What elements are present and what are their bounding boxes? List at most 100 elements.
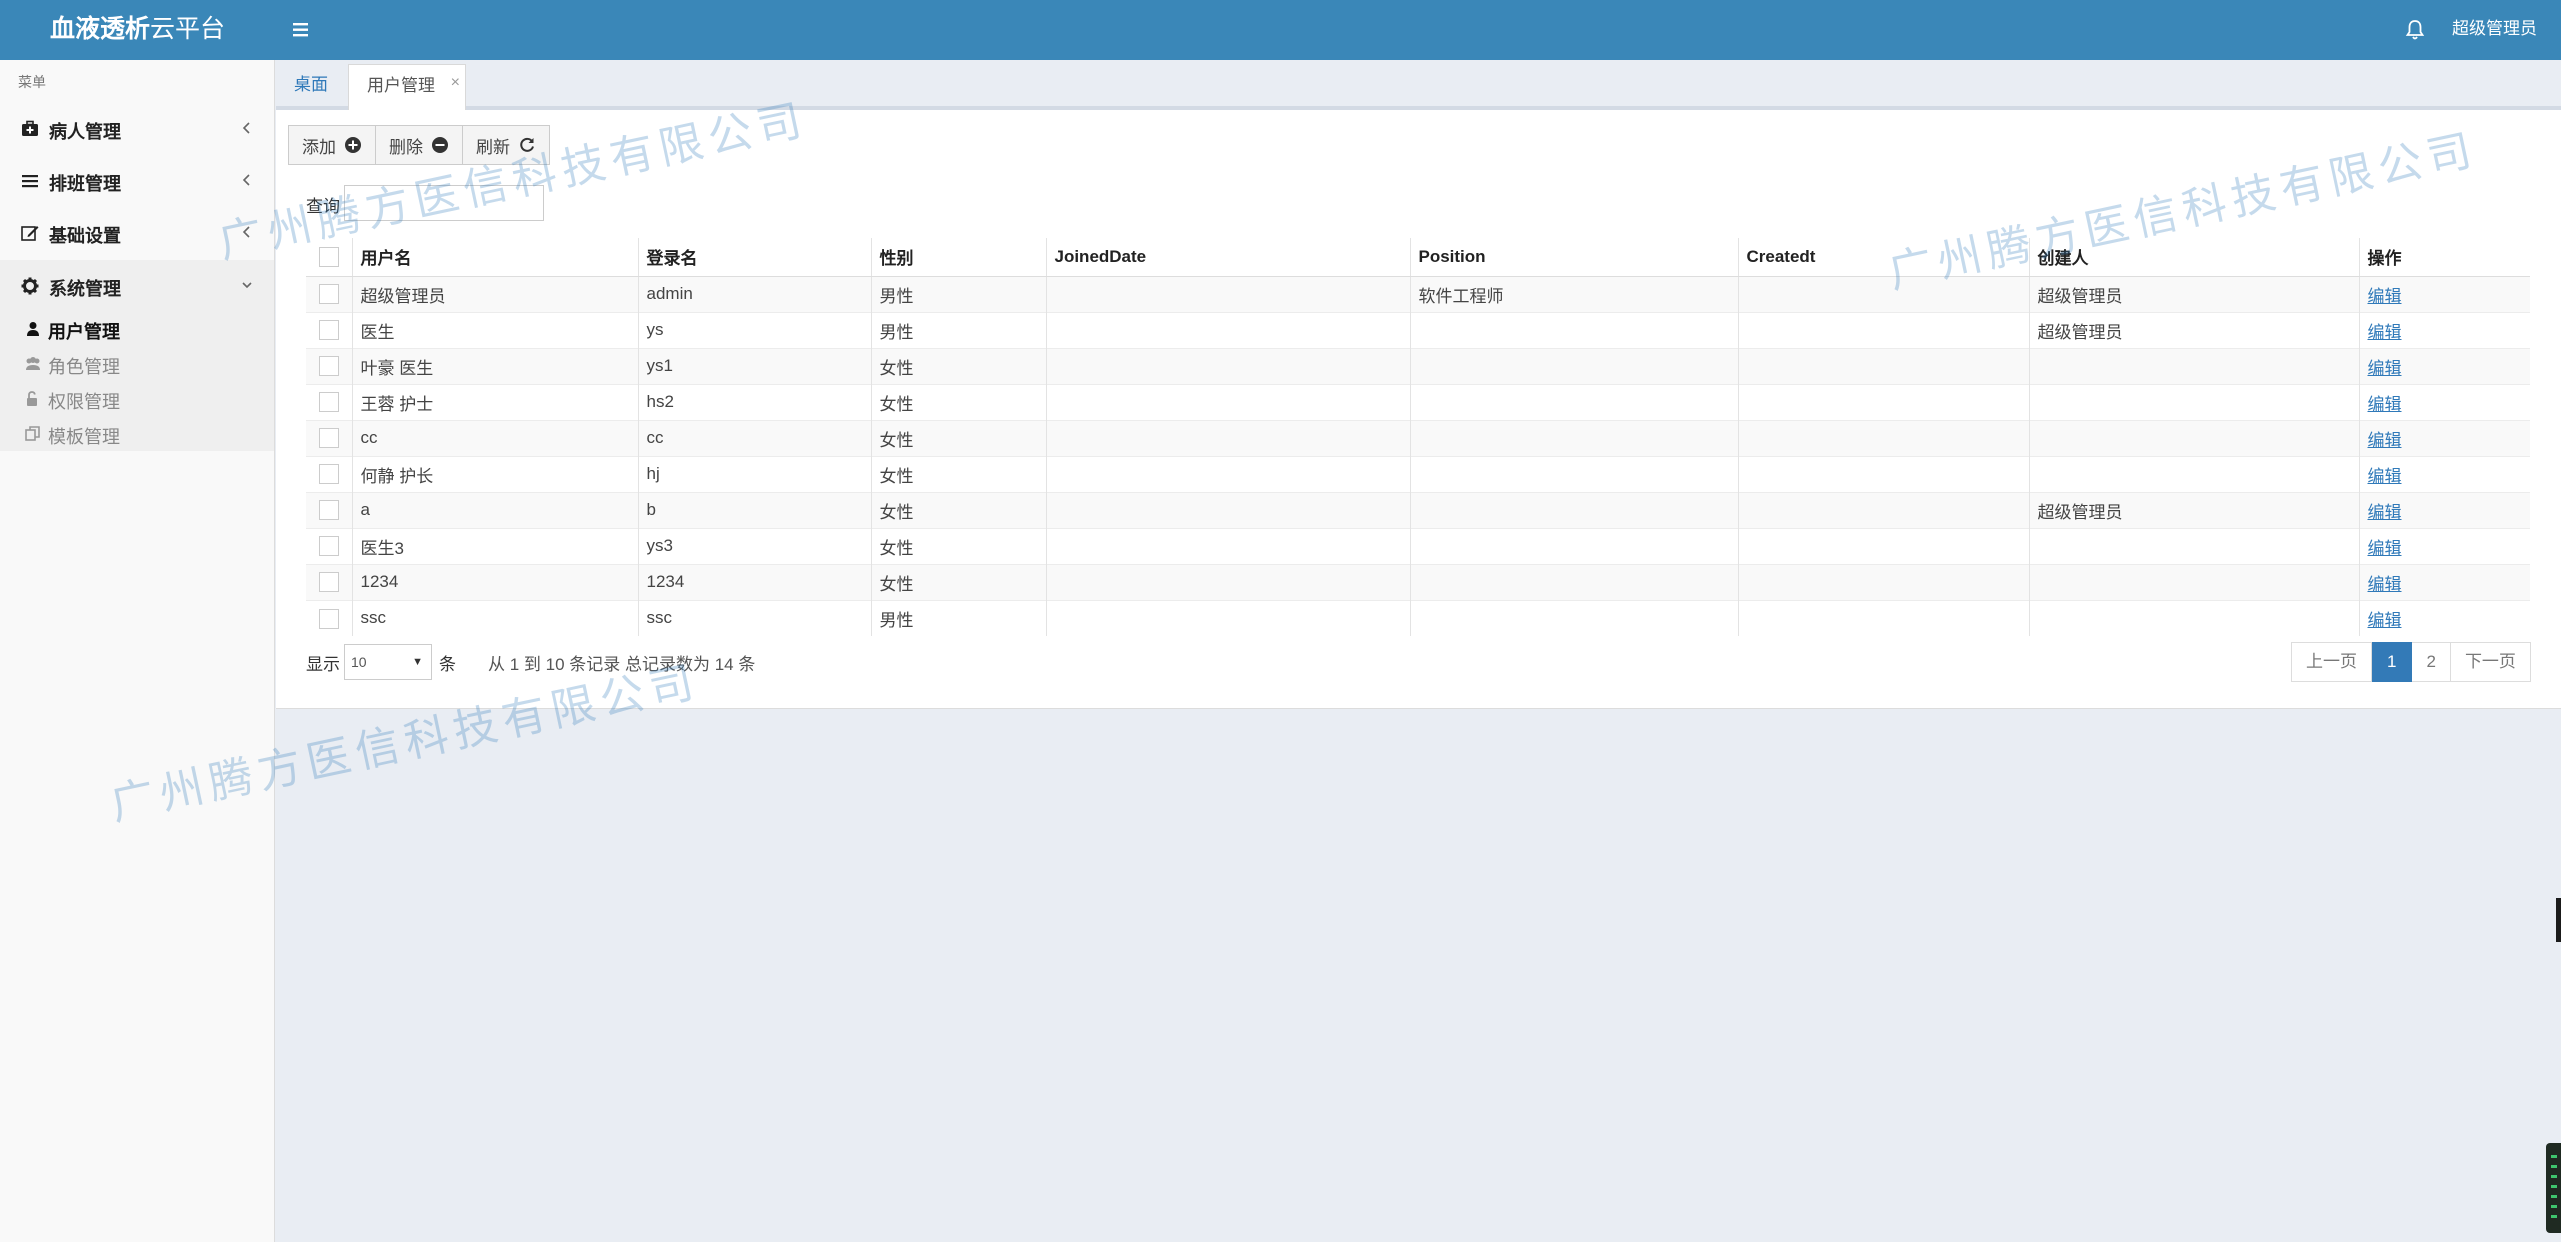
sidebar-subitem-users[interactable]: 用户管理 xyxy=(0,311,274,346)
edit-link[interactable]: 编辑 xyxy=(2368,431,2402,450)
table-cell: 编辑 xyxy=(2359,599,2530,636)
column-header[interactable]: 登录名 xyxy=(638,238,872,277)
table-cell xyxy=(1738,563,2030,600)
row-checkbox[interactable] xyxy=(318,464,339,485)
table-row[interactable]: 超级管理员 admin 男性 软件工程师 超级管理员 编辑 xyxy=(306,275,2530,312)
table-cell: 超级管理员 xyxy=(2029,491,2360,528)
table-cell: 1234 xyxy=(352,563,639,600)
table-cell xyxy=(1046,527,1411,564)
table-cell xyxy=(1046,419,1411,456)
close-icon[interactable]: × xyxy=(451,62,460,104)
edit-link[interactable]: 编辑 xyxy=(2368,503,2402,522)
row-checkbox[interactable] xyxy=(318,320,339,341)
edit-link[interactable]: 编辑 xyxy=(2368,395,2402,414)
table-cell xyxy=(1410,419,1739,456)
table-row[interactable]: 王蓉 护士 hs2 女性 编辑 xyxy=(306,383,2530,420)
column-header[interactable]: JoinedDate xyxy=(1046,238,1411,277)
edit-link[interactable]: 编辑 xyxy=(2368,575,2402,594)
add-button-label: 添加 xyxy=(302,137,336,157)
page-size-unit: 条 xyxy=(439,655,456,674)
table-row[interactable]: 医生3 ys3 女性 编辑 xyxy=(306,527,2530,564)
minus-circle-icon xyxy=(432,137,448,153)
edit-link[interactable]: 编辑 xyxy=(2368,611,2402,630)
table-row[interactable]: cc cc 女性 编辑 xyxy=(306,419,2530,456)
chevron-left-icon xyxy=(240,172,254,188)
sidebar-subitem-label: 角色管理 xyxy=(48,357,120,377)
table-row[interactable]: a b 女性 超级管理员 编辑 xyxy=(306,491,2530,528)
table-row[interactable]: 何静 护长 hj 女性 编辑 xyxy=(306,455,2530,492)
table-cell xyxy=(1410,455,1739,492)
column-header[interactable]: 创建人 xyxy=(2029,238,2360,277)
column-header[interactable]: 性别 xyxy=(871,238,1047,277)
table-cell: 男性 xyxy=(871,599,1047,636)
row-checkbox[interactable] xyxy=(318,536,339,557)
add-button[interactable]: 添加 xyxy=(288,125,376,165)
table-cell xyxy=(1046,563,1411,600)
row-checkbox[interactable] xyxy=(318,284,339,305)
sidebar-item-label: 系统管理 xyxy=(49,279,121,299)
sidebar-item-scheduling[interactable]: 排班管理 xyxy=(0,155,274,207)
bell-icon[interactable] xyxy=(2403,17,2427,43)
table-row[interactable]: 叶豪 医生 ys1 女性 编辑 xyxy=(306,347,2530,384)
search-input[interactable] xyxy=(344,185,544,221)
table-cell xyxy=(1738,455,2030,492)
table-cell xyxy=(1738,347,2030,384)
tab-user-management[interactable]: 用户管理 × xyxy=(348,64,466,110)
row-checkbox[interactable] xyxy=(318,392,339,413)
sidebar-item-label: 基础设置 xyxy=(49,226,121,246)
tab-desktop[interactable]: 桌面 xyxy=(276,64,346,110)
column-header[interactable]: 用户名 xyxy=(352,238,639,277)
row-checkbox[interactable] xyxy=(318,356,339,377)
edit-link[interactable]: 编辑 xyxy=(2368,539,2402,558)
sidebar-item-system[interactable]: 系统管理 xyxy=(0,260,274,312)
sidebar-item-patients[interactable]: 病人管理 xyxy=(0,103,274,155)
page-1-button[interactable]: 1 xyxy=(2372,642,2413,682)
table-cell: 编辑 xyxy=(2359,275,2530,312)
table-cell: 软件工程师 xyxy=(1410,275,1739,312)
column-header[interactable]: Createdt xyxy=(1738,238,2030,277)
sidebar-subitem-roles[interactable]: 角色管理 xyxy=(0,346,274,381)
select-all-checkbox[interactable] xyxy=(318,247,339,267)
page-size-select[interactable]: 10 ▼ xyxy=(344,644,432,680)
edit-link[interactable]: 编辑 xyxy=(2368,467,2402,486)
table-cell xyxy=(1410,383,1739,420)
table-cell xyxy=(2029,599,2360,636)
row-checkbox[interactable] xyxy=(318,608,339,629)
table-row[interactable]: ssc ssc 男性 编辑 xyxy=(306,599,2530,636)
sidebar-item-label: 排班管理 xyxy=(49,174,121,194)
edit-link[interactable]: 编辑 xyxy=(2368,287,2402,306)
tab-label: 用户管理 xyxy=(367,76,435,95)
page-2-button[interactable]: 2 xyxy=(2412,642,2451,682)
table-cell xyxy=(1410,527,1739,564)
table-cell: 超级管理员 xyxy=(2029,311,2360,348)
sidebar-subitem-label: 用户管理 xyxy=(48,322,120,342)
row-checkbox-cell xyxy=(306,275,353,312)
table-row[interactable]: 医生 ys 男性 超级管理员 编辑 xyxy=(306,311,2530,348)
table-cell xyxy=(2029,563,2360,600)
delete-button[interactable]: 删除 xyxy=(376,125,463,165)
next-page-button[interactable]: 下一页 xyxy=(2450,642,2531,682)
table-row[interactable]: 1234 1234 女性 编辑 xyxy=(306,563,2530,600)
edit-link[interactable]: 编辑 xyxy=(2368,323,2402,342)
row-checkbox-cell xyxy=(306,491,353,528)
sidebar-item-basic-settings[interactable]: 基础设置 xyxy=(0,207,274,259)
row-checkbox[interactable] xyxy=(318,572,339,593)
table-cell xyxy=(1046,347,1411,384)
sidebar-subitem-permissions[interactable]: 权限管理 xyxy=(0,381,274,416)
table-cell: 编辑 xyxy=(2359,383,2530,420)
table-cell xyxy=(1738,383,2030,420)
table-cell: 医生3 xyxy=(352,527,639,564)
edit-link[interactable]: 编辑 xyxy=(2368,359,2402,378)
app-logo[interactable]: 血液透析云平台 xyxy=(0,0,275,60)
prev-page-button[interactable]: 上一页 xyxy=(2291,642,2372,682)
table-cell: 超级管理员 xyxy=(352,275,639,312)
page-size-value: 10 xyxy=(351,654,367,670)
refresh-button[interactable]: 刷新 xyxy=(463,125,550,165)
sidebar-subitem-templates[interactable]: 模板管理 xyxy=(0,416,274,451)
user-menu[interactable]: 超级管理员 xyxy=(2452,0,2537,60)
table-cell xyxy=(1738,275,2030,312)
column-header[interactable]: Position xyxy=(1410,238,1739,277)
row-checkbox[interactable] xyxy=(318,428,339,449)
row-checkbox[interactable] xyxy=(318,500,339,521)
hamburger-menu-icon[interactable] xyxy=(288,17,314,43)
